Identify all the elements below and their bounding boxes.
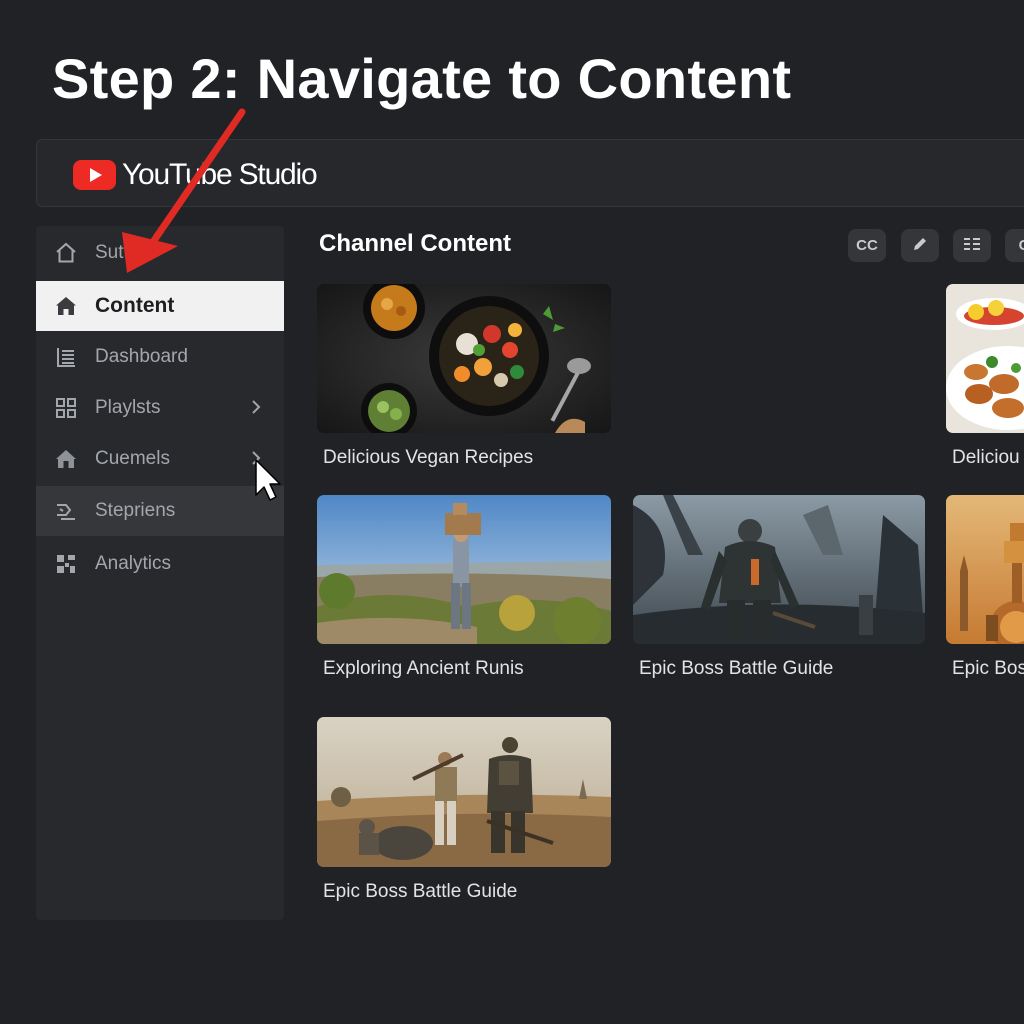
app-name: YouTube Studio — [122, 158, 318, 191]
sidebar-item-channels[interactable]: Cuemels — [36, 434, 284, 484]
armored-warrior-thumbnail[interactable] — [633, 495, 925, 644]
sidebar-item-label: Sutt — [95, 242, 129, 263]
house-icon — [54, 447, 78, 471]
home-filled-icon — [54, 294, 78, 318]
video-title[interactable]: Epic Boss Battle Guide — [639, 658, 833, 680]
sidebar-item-label: Cuemels — [95, 448, 170, 469]
soldiers-field-thumbnail[interactable] — [317, 717, 611, 867]
video-title[interactable]: Epic Bos — [952, 658, 1024, 680]
sidebar-item-playlists[interactable]: Playlsts — [36, 383, 284, 433]
analytics-icon — [54, 552, 78, 576]
section-title: Channel Content — [319, 230, 511, 257]
edit-button[interactable] — [901, 229, 939, 262]
step-title: Step 2: Navigate to Content — [52, 47, 792, 110]
sidebar-item-analytics[interactable]: Analytics — [36, 539, 284, 589]
food-plate-thumbnail[interactable] — [946, 284, 1024, 433]
pencil-icon — [911, 235, 929, 257]
video-title[interactable]: Deliciou — [952, 447, 1020, 469]
grid-icon — [54, 396, 78, 420]
sidebar-item-steps[interactable]: Stepriens — [36, 486, 284, 536]
studio-header: YouTube Studio — [36, 139, 1024, 207]
captions-button[interactable]: CC — [848, 229, 886, 262]
cc-label: CC — [856, 237, 878, 254]
steampunk-tower-thumbnail[interactable] — [946, 495, 1024, 644]
sidebar-item-label: Content — [95, 294, 175, 317]
more-label: C — [1019, 237, 1024, 254]
steps-icon — [54, 499, 78, 523]
youtube-play-icon — [73, 160, 116, 190]
video-title[interactable]: Delicious Vegan Recipes — [323, 447, 533, 469]
tutorial-screenshot: Step 2: Navigate to Content YouTube Stud… — [0, 0, 1024, 1024]
sidebar-item-label: Dashboard — [95, 346, 188, 367]
sidebar-item-sutt[interactable]: Sutt — [36, 228, 284, 278]
video-title[interactable]: Epic Boss Battle Guide — [323, 881, 517, 903]
lines-icon — [962, 236, 982, 256]
sidebar-item-label: Playlsts — [95, 397, 161, 418]
chevron-right-icon — [250, 398, 262, 422]
sidebar-item-dashboard[interactable]: Dashboard — [36, 332, 284, 382]
sidebar-item-label: Stepriens — [95, 500, 176, 521]
sidebar-item-label: Analytics — [95, 553, 172, 574]
sidebar: Sutt Content Dashboard Playlsts Cuemels … — [36, 226, 284, 920]
more-button[interactable]: C — [1005, 229, 1024, 262]
hiker-ruins-thumbnail[interactable] — [317, 495, 611, 644]
list-view-button[interactable] — [953, 229, 991, 262]
sidebar-item-content[interactable]: Content — [36, 281, 284, 331]
home-outline-icon — [54, 241, 78, 265]
youtube-studio-logo[interactable]: YouTube Studio — [73, 158, 318, 192]
chevron-right-icon — [250, 449, 262, 473]
list-icon — [54, 345, 78, 369]
video-title[interactable]: Exploring Ancient Runis — [323, 658, 524, 680]
vegan-food-bowl-thumbnail[interactable] — [317, 284, 611, 433]
